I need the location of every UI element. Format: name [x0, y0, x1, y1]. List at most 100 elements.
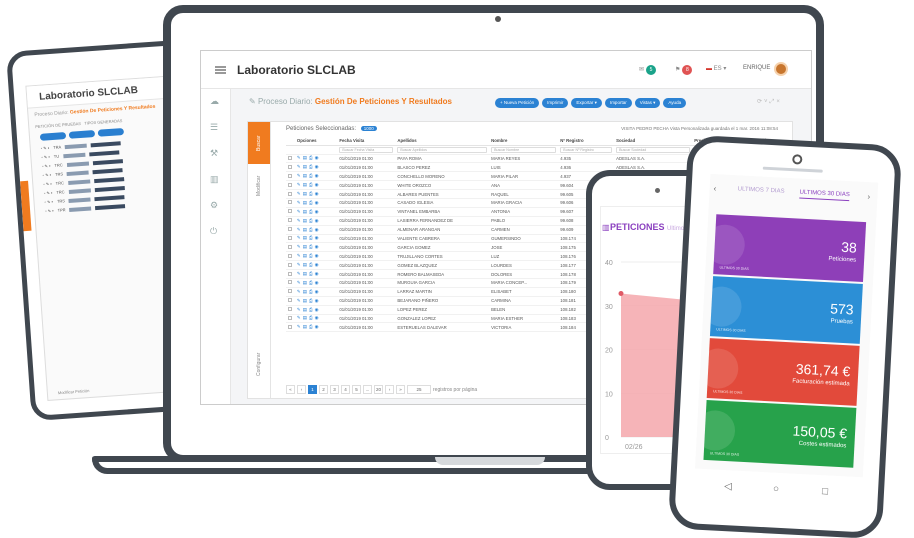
row-action-icons[interactable]: ✎ ▤ ⎙ ◉	[297, 164, 319, 169]
row-action-icons[interactable]: ✎ ▤ ⎙ ◉	[297, 253, 319, 258]
row-action-icons[interactable]: ✎ ▤ ⎙ ◉	[297, 298, 319, 303]
tablet-action-button[interactable]	[97, 127, 125, 137]
row-checkbox[interactable]	[288, 173, 292, 178]
row-checkbox[interactable]	[288, 244, 292, 249]
kpi-card[interactable]: 38 Peticiones ULTIMOS 30 DIAS	[713, 214, 867, 283]
kpi-card[interactable]: 150,05 € Costes estimados ULTIMOS 30 DIAS	[703, 399, 857, 468]
import-button[interactable]: Importar	[604, 98, 632, 108]
column-filter-input[interactable]: Buscar Nombre	[491, 146, 557, 153]
tab-last-30-days[interactable]: ULTIMOS 30 DIAS	[799, 189, 850, 202]
help-button[interactable]: Ayuda	[663, 98, 687, 108]
tab-last-7-days[interactable]: ULTIMOS 7 DIAS	[738, 186, 785, 194]
tab-search[interactable]: Buscar	[248, 122, 270, 164]
column-header[interactable]: Opciones	[294, 136, 338, 146]
chevron-right-icon[interactable]: ›	[867, 192, 870, 201]
page-button[interactable]: 1	[308, 385, 317, 394]
page-button[interactable]: 2	[319, 385, 328, 394]
row-checkbox[interactable]	[288, 218, 292, 223]
data-point[interactable]	[618, 291, 624, 296]
prev-page-button[interactable]: ‹	[297, 385, 306, 394]
views-button[interactable]: Vistas ▾	[634, 98, 661, 108]
tab-configure[interactable]: Configurar	[248, 342, 270, 386]
row-action-icons[interactable]: ✎ ▤ ⎙ ◉	[297, 262, 319, 267]
gavel-icon[interactable]: ⚒	[210, 149, 221, 158]
avatar[interactable]	[774, 62, 788, 76]
tablet-action-button[interactable]	[39, 132, 67, 141]
power-icon[interactable]: ⏻	[210, 227, 221, 236]
row-checkbox[interactable]	[288, 200, 292, 205]
row-checkbox[interactable]	[288, 191, 292, 196]
row-action-icons[interactable]: ✎ ▤ ⎙ ◉	[297, 315, 319, 320]
column-header[interactable]: Fecha Visita	[337, 136, 396, 146]
row-action-icons[interactable]: ✎ ▤ ⎙ ◉	[297, 227, 319, 232]
column-header[interactable]: Nombre	[489, 136, 559, 146]
row-action-icons[interactable]: ✎ ▤ ⎙ ◉	[297, 244, 319, 249]
row-action-icons[interactable]: ✎ ▤ ⎙ ◉	[297, 271, 319, 276]
row-checkbox[interactable]	[288, 307, 292, 312]
notifications-icon[interactable]: ✉ 5	[639, 65, 657, 75]
chart-icon[interactable]: ▥	[210, 175, 221, 184]
language-selector[interactable]: ▬ ES ▾	[706, 65, 726, 72]
home-key-icon[interactable]: ○	[773, 484, 780, 495]
column-header[interactable]	[286, 136, 295, 146]
row-checkbox[interactable]	[288, 164, 292, 169]
page-size-select[interactable]: 25	[407, 385, 431, 394]
kpi-card[interactable]: 361,74 € Facturación estimada ULTIMOS 30 D…	[706, 338, 860, 406]
row-checkbox[interactable]	[288, 253, 292, 258]
row-action-icons[interactable]: ✎ ▤ ⎙ ◉	[297, 280, 319, 285]
row-action-icons[interactable]: ✎ ▤ ⎙ ◉	[297, 191, 319, 196]
row-action-icons[interactable]: ✎ ▤ ⎙ ◉	[297, 155, 319, 160]
page-button[interactable]: 4	[341, 385, 350, 394]
row-checkbox[interactable]	[288, 298, 292, 303]
row-checkbox[interactable]	[288, 262, 292, 267]
page-button[interactable]: 3	[330, 385, 339, 394]
row-action-icons[interactable]: ✎ ▤ ⎙ ◉	[297, 289, 319, 294]
column-filter-input[interactable]: Buscar Nº Registro	[560, 146, 613, 153]
new-request-button[interactable]: + Nueva Petición	[495, 98, 540, 108]
hamburger-menu-icon[interactable]	[215, 66, 226, 74]
row-checkbox[interactable]	[288, 182, 292, 187]
next-page-button[interactable]: ›	[385, 385, 394, 394]
row-checkbox[interactable]	[288, 209, 292, 214]
page-button[interactable]: ...	[363, 385, 372, 394]
chevron-left-icon[interactable]: ‹	[713, 184, 716, 193]
print-button[interactable]: Imprimir	[542, 98, 569, 108]
column-header[interactable]: Nº Registro	[558, 136, 615, 146]
row-action-icons[interactable]: ✎ ▤ ⎙ ◉	[297, 182, 319, 187]
first-page-button[interactable]: «	[286, 385, 295, 394]
row-checkbox[interactable]	[288, 315, 292, 320]
export-button[interactable]: Exportar ▾	[571, 98, 602, 108]
row-checkbox[interactable]	[288, 289, 292, 294]
row-action-icons[interactable]: ✎ ▤ ⎙ ◉	[297, 235, 319, 240]
list-icon[interactable]: ☰	[210, 123, 221, 132]
page-button[interactable]: 5	[352, 385, 361, 394]
tab-modify[interactable]: Modificar	[248, 166, 270, 206]
close-icon[interactable]: ×	[776, 99, 782, 105]
row-checkbox[interactable]	[288, 235, 292, 240]
tablet-action-button[interactable]	[68, 130, 96, 139]
recents-key-icon[interactable]: □	[822, 486, 829, 497]
row-checkbox[interactable]	[288, 155, 292, 160]
row-action-icons[interactable]: ✎ ▤ ⎙ ◉	[297, 200, 319, 205]
row-action-icons[interactable]: ✎ ▤ ⎙ ◉	[297, 307, 319, 312]
tablet-vertical-tab[interactable]	[20, 180, 32, 232]
row-action-icons[interactable]: ✎ ▤ ⎙ ◉	[297, 324, 319, 329]
row-action-icons[interactable]: ✎ ▤ ⎙ ◉	[297, 173, 319, 178]
column-filter-input[interactable]: Buscar Apellidos	[397, 146, 488, 153]
row-checkbox[interactable]	[288, 271, 292, 276]
page-button[interactable]: 20	[374, 385, 383, 394]
cloud-icon[interactable]: ☁	[210, 97, 221, 106]
refresh-icon[interactable]: ⟳	[757, 99, 764, 105]
last-page-button[interactable]: »	[396, 385, 405, 394]
row-action-icons[interactable]: ✎ ▤ ⎙ ◉	[297, 209, 319, 214]
kpi-card[interactable]: 573 Pruebas ULTIMOS 30 DIAS	[709, 276, 863, 344]
column-filter-input[interactable]: Buscar Fecha Visita	[339, 146, 394, 153]
row-action-icons[interactable]: ✎ ▤ ⎙ ◉	[297, 218, 319, 223]
column-header[interactable]: Apellidos	[395, 136, 490, 146]
alerts-icon[interactable]: ⚑ 8	[675, 65, 693, 75]
back-key-icon[interactable]: ◁	[724, 481, 732, 492]
row-checkbox[interactable]	[288, 324, 292, 329]
user-name[interactable]: ENRIQUE	[743, 65, 770, 71]
column-filter-input[interactable]: Buscar Sociedad	[616, 146, 691, 153]
gear-icon[interactable]: ⚙	[210, 201, 221, 210]
